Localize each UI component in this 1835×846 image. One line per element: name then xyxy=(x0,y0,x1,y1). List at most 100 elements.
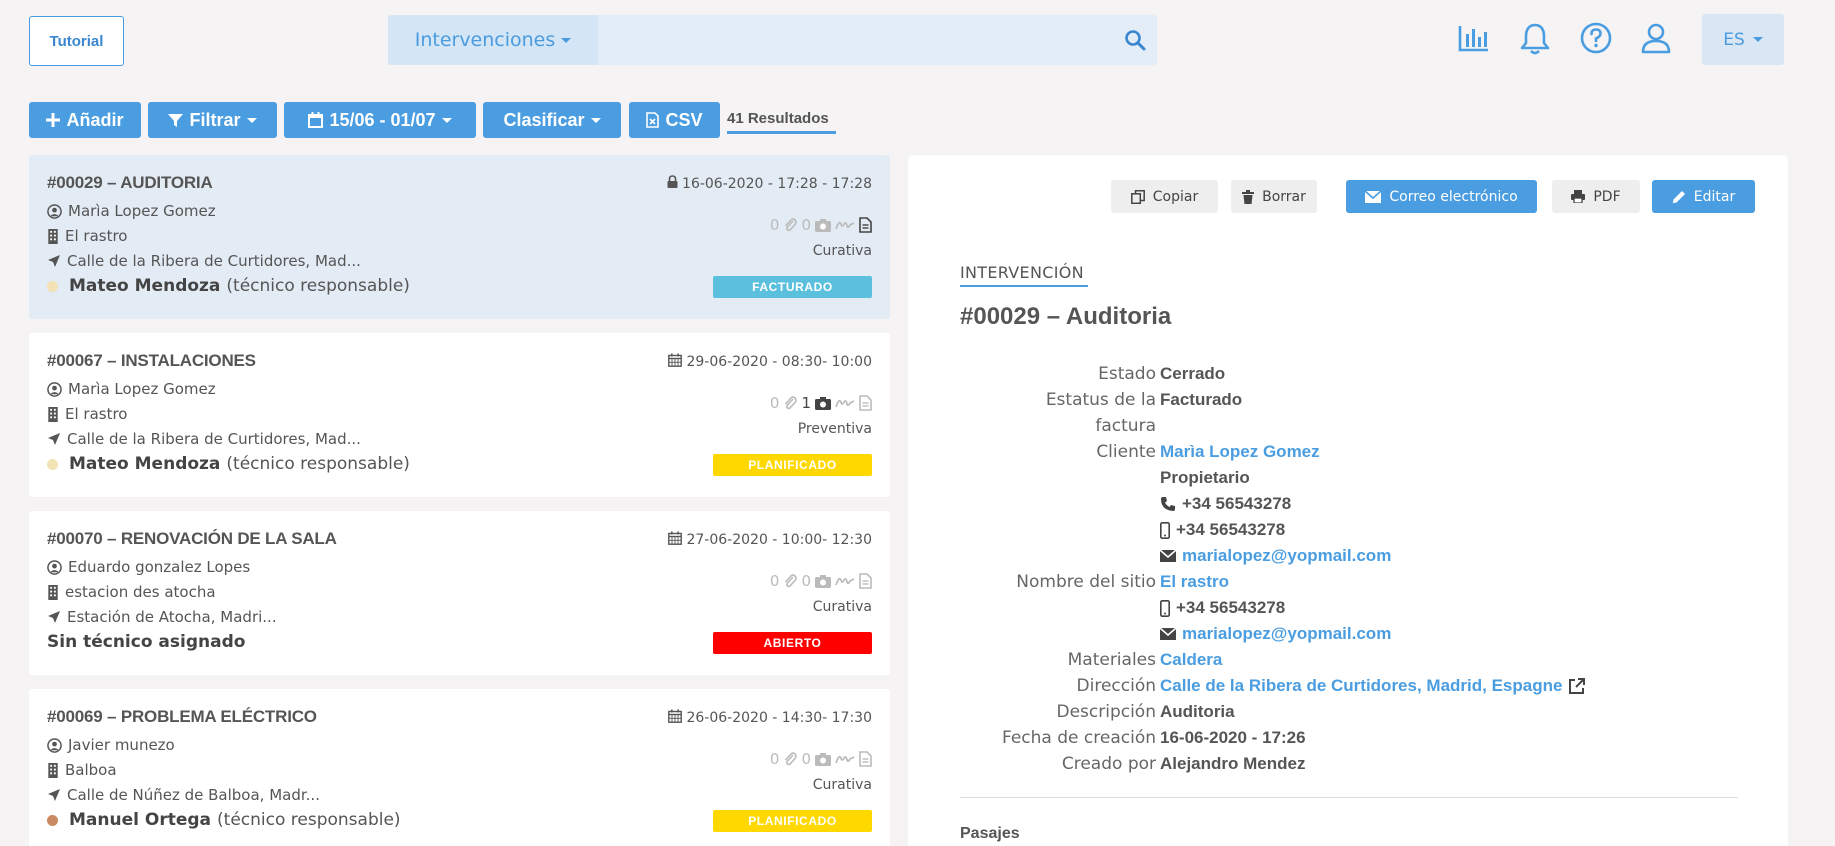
top-navigation-bar: Tutorial Intervenciones ES xyxy=(0,0,1835,80)
pdf-button[interactable]: PDF xyxy=(1552,180,1640,213)
envelope-icon xyxy=(1365,190,1382,203)
client-name: Marìa Lopez Gomez xyxy=(68,380,216,398)
intervention-type: Curativa xyxy=(812,777,872,793)
delete-button[interactable]: Borrar xyxy=(1231,180,1317,213)
signature-icon xyxy=(835,755,855,764)
materiales-label: Materiales xyxy=(1067,650,1156,670)
status-badge: PLANIFICADO xyxy=(713,454,872,476)
technician-name: Mateo Mendoza xyxy=(69,276,221,296)
sitio-label: Nombre del sitio xyxy=(1016,572,1156,592)
edit-button[interactable]: Editar xyxy=(1652,180,1755,213)
descripcion-label: Descripción xyxy=(1056,702,1156,722)
estado-label: Estado xyxy=(1098,364,1156,384)
chart-icon[interactable] xyxy=(1456,20,1492,56)
cliente-role: Propietario xyxy=(1160,468,1250,487)
user-icon[interactable] xyxy=(1638,20,1674,56)
creado-value: Alejandro Mendez xyxy=(1160,754,1306,773)
search-icon[interactable] xyxy=(1123,28,1147,52)
intervention-card[interactable]: #00069 – PROBLEMA ELÉCTRICO 26-06-2020 -… xyxy=(29,689,890,846)
site-line: estacion des atocha xyxy=(47,583,216,601)
external-link-icon[interactable] xyxy=(1568,677,1586,695)
intervention-date: 16-06-2020 - 17:28 - 17:28 xyxy=(667,175,872,192)
chevron-down-icon xyxy=(1752,37,1763,42)
fecha-label: Fecha de creación xyxy=(1002,728,1156,748)
intervention-date: 26-06-2020 - 14:30- 17:30 xyxy=(668,709,872,727)
estatus-value: Facturado xyxy=(1160,390,1243,409)
creado-label: Creado por xyxy=(1061,754,1156,774)
search-input[interactable] xyxy=(598,15,1108,65)
intervention-card[interactable]: #00029 – AUDITORIA 16-06-2020 - 17:28 - … xyxy=(29,155,890,319)
mobile-icon xyxy=(1160,521,1170,539)
user-circle-icon xyxy=(47,203,62,219)
technician-role: (técnico responsable) xyxy=(217,810,401,830)
copy-label: Copiar xyxy=(1152,188,1199,205)
search-category-dropdown[interactable]: Intervenciones xyxy=(388,15,598,65)
calendar-icon xyxy=(668,531,683,549)
camera-icon xyxy=(815,219,831,232)
add-button[interactable]: Añadir xyxy=(29,102,141,138)
intervention-title: #00029 – AUDITORIA xyxy=(47,173,213,192)
address-line: Calle de la Ribera de Curtidores, Mad... xyxy=(47,252,361,270)
phone-icon xyxy=(1161,497,1175,511)
section-divider xyxy=(960,797,1738,798)
document-icon xyxy=(859,751,872,767)
client-name: Javier munezo xyxy=(68,736,175,754)
technician-name: Mateo Mendoza xyxy=(69,454,221,474)
address-text: Calle de la Ribera de Curtidores, Mad... xyxy=(67,430,361,448)
plus-icon xyxy=(46,113,61,127)
paperclip-icon xyxy=(785,396,798,410)
cliente-email-link[interactable]: marialopez@yopmail.com xyxy=(1182,543,1391,569)
attachments-count: 0 xyxy=(769,572,780,590)
technician-name: Manuel Ortega xyxy=(69,810,212,830)
date-range-label: 15/06 - 01/07 xyxy=(329,109,436,130)
camera-icon xyxy=(815,397,831,410)
cliente-label: Cliente xyxy=(1096,442,1156,462)
direccion-link[interactable]: Calle de la Ribera de Curtidores, Madrid… xyxy=(1160,673,1562,699)
technician-line: Sin técnico asignado xyxy=(47,632,251,652)
date-range-button[interactable]: 15/06 - 01/07 xyxy=(284,102,476,138)
copy-button[interactable]: Copiar xyxy=(1111,180,1218,213)
sitio-link[interactable]: El rastro xyxy=(1160,569,1229,595)
intervention-card[interactable]: #00067 – INSTALACIONES 29-06-2020 - 08:3… xyxy=(29,333,890,497)
materiales-link[interactable]: Caldera xyxy=(1160,647,1222,673)
sitio-email-link[interactable]: marialopez@yopmail.com xyxy=(1182,621,1391,647)
location-arrow-icon xyxy=(48,789,60,801)
technician-dot xyxy=(47,280,58,292)
user-circle-icon xyxy=(47,559,62,575)
camera-icon xyxy=(815,753,831,766)
sort-button[interactable]: Clasificar xyxy=(483,102,621,138)
status-badge: ABIERTO xyxy=(713,632,872,654)
filter-icon xyxy=(168,113,184,127)
client-name: Eduardo gonzalez Lopes xyxy=(68,558,251,576)
pdf-label: PDF xyxy=(1593,188,1621,205)
chevron-down-icon xyxy=(441,117,452,123)
chevron-down-icon xyxy=(246,117,257,123)
bell-icon[interactable] xyxy=(1517,20,1553,56)
technician-role: (técnico responsable) xyxy=(226,454,410,474)
address-text: Calle de la Ribera de Curtidores, Mad... xyxy=(67,252,361,270)
csv-export-button[interactable]: CSV xyxy=(629,102,720,138)
attachments-count: 0 xyxy=(769,750,780,768)
language-selector[interactable]: ES xyxy=(1702,14,1784,65)
attachments-count: 0 xyxy=(769,216,780,234)
address-text: Calle de Núñez de Balboa, Madr... xyxy=(67,786,320,804)
site-line: Balboa xyxy=(47,761,117,779)
email-button[interactable]: Correo electrónico xyxy=(1346,180,1537,213)
help-icon[interactable] xyxy=(1578,20,1614,56)
intervention-card[interactable]: #00070 – RENOVACIÓN DE LA SALA 27-06-202… xyxy=(29,511,890,675)
technician-dot xyxy=(47,458,58,470)
tutorial-button[interactable]: Tutorial xyxy=(29,16,124,66)
cliente-phone-row: +34 56543278 xyxy=(1160,491,1291,517)
printer-icon xyxy=(1571,190,1586,203)
intervention-date: 27-06-2020 - 10:00- 12:30 xyxy=(668,531,872,549)
filter-label: Filtrar xyxy=(189,109,241,130)
building-icon xyxy=(48,762,58,778)
detail-title: #00029 – Auditoria xyxy=(960,303,1172,330)
filter-button[interactable]: Filtrar xyxy=(148,102,277,138)
results-count: 41 Resultados xyxy=(727,110,829,127)
client-line: Javier munezo xyxy=(47,736,175,754)
cliente-link[interactable]: Marìa Lopez Gomez xyxy=(1160,439,1320,465)
pasajes-heading: Pasajes xyxy=(960,825,1020,842)
document-icon xyxy=(859,217,872,233)
intervention-type: Preventiva xyxy=(797,421,872,437)
